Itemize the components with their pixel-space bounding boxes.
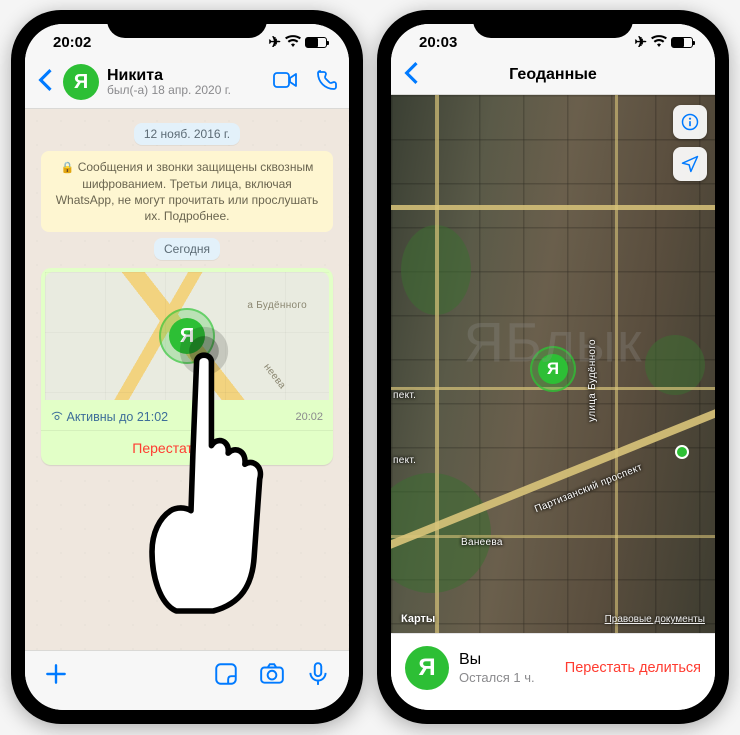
microphone-button[interactable] — [305, 661, 331, 692]
voice-call-button[interactable] — [315, 68, 339, 97]
chat-body[interactable]: 12 нояб. 2016 г. 🔒 Сообщения и звонки за… — [25, 109, 349, 650]
geo-navbar: Геоданные — [391, 60, 715, 95]
airplane-icon: ✈︎ — [268, 33, 281, 51]
battery-icon — [671, 37, 693, 48]
phone-left: 20:02 ✈︎ Я Никита был(-а) 18 апр. 2020 г… — [11, 10, 363, 724]
contact-name: Никита — [107, 67, 265, 85]
footer-you-label: Вы — [459, 650, 555, 670]
status-time: 20:02 — [53, 34, 91, 51]
airplane-icon: ✈︎ — [634, 33, 647, 51]
status-bar: 20:03 ✈︎ — [391, 24, 715, 60]
date-badge-old: 12 нояб. 2016 г. — [134, 123, 240, 145]
map-attribution: Карты — [401, 613, 435, 625]
sticker-button[interactable] — [213, 661, 239, 692]
camera-button[interactable] — [259, 661, 285, 692]
encryption-text: Сообщения и звонки защищены сквозным шиф… — [56, 160, 319, 223]
contact-last-seen: был(-а) 18 апр. 2020 г. — [107, 84, 265, 97]
wifi-icon — [651, 34, 667, 51]
encryption-notice[interactable]: 🔒 Сообщения и звонки защищены сквозным ш… — [41, 151, 333, 232]
back-button[interactable] — [401, 60, 421, 91]
recenter-button[interactable] — [673, 147, 707, 181]
attach-button[interactable] — [43, 661, 69, 692]
status-bar: 20:02 ✈︎ — [25, 24, 349, 60]
message-timestamp: 20:02 — [295, 411, 323, 423]
map-legal-link[interactable]: Правовые документы — [605, 614, 705, 625]
footer-remaining: Остался 1 ч. — [459, 670, 555, 686]
screen-right: 20:03 ✈︎ Геоданные — [391, 24, 715, 710]
back-button[interactable] — [35, 67, 55, 98]
footer-avatar[interactable]: Я — [405, 646, 449, 690]
status-indicators: ✈︎ — [634, 33, 693, 51]
lock-icon: 🔒 — [61, 162, 75, 174]
screen-left: 20:02 ✈︎ Я Никита был(-а) 18 апр. 2020 г… — [25, 24, 349, 710]
contact-info[interactable]: Никита был(-а) 18 апр. 2020 г. — [107, 67, 265, 98]
chat-navbar: Я Никита был(-а) 18 апр. 2020 г. — [25, 60, 349, 109]
pointer-hand-illustration — [139, 325, 269, 622]
secondary-location-dot[interactable] — [675, 445, 689, 459]
my-location-avatar: Я — [538, 354, 568, 384]
phone-right: 20:03 ✈︎ Геоданные — [377, 10, 729, 724]
video-call-button[interactable] — [273, 68, 297, 97]
satellite-map[interactable]: улица Будённого Партизанский проспект Ва… — [391, 95, 715, 633]
date-badge-today: Сегодня — [154, 238, 220, 260]
wifi-icon — [285, 34, 301, 51]
stop-sharing-button[interactable]: Перестать делиться — [565, 660, 701, 676]
contact-avatar[interactable]: Я — [63, 64, 99, 100]
map-street-label: а Будённого — [247, 300, 307, 311]
battery-icon — [305, 37, 327, 48]
geo-footer: Я Вы Остался 1 ч. Перестать делиться — [391, 633, 715, 710]
road-label: улица Будённого — [587, 339, 598, 422]
road-label: пект. — [393, 455, 416, 466]
map-info-button[interactable] — [673, 105, 707, 139]
page-title: Геоданные — [509, 66, 597, 84]
my-location-pin[interactable]: Я — [530, 346, 576, 392]
chat-input-bar — [25, 650, 349, 710]
footer-text: Вы Остался 1 ч. — [459, 650, 555, 686]
status-time: 20:03 — [419, 34, 457, 51]
road-label: Ванеева — [461, 537, 503, 548]
status-indicators: ✈︎ — [268, 33, 327, 51]
road-label: пект. — [393, 390, 416, 401]
